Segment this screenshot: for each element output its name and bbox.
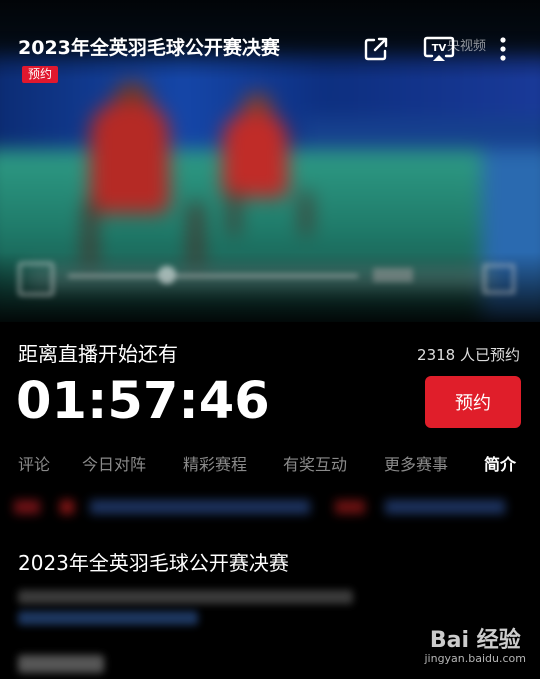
intro-title: 2023年全英羽毛球公开赛决赛: [18, 551, 289, 575]
watermark-logo: Bai 经验: [429, 628, 521, 653]
tab-bar: 评论 今日对阵 精彩赛程 有奖互动 更多赛事 简介: [18, 451, 526, 477]
player-controls[interactable]: [18, 262, 522, 296]
more-vertical-icon: [500, 37, 506, 61]
watermark: Bai 经验 jingyan.baidu.com: [424, 622, 526, 665]
play-icon[interactable]: [18, 262, 54, 296]
reservation-count: 2318 人已预约: [417, 346, 520, 364]
share-button[interactable]: [360, 33, 392, 65]
progress-track[interactable]: [68, 274, 358, 278]
countdown-label: 距离直播开始还有: [18, 342, 178, 366]
intro-text-blurred: [18, 590, 353, 604]
video-player[interactable]: 2023年全英羽毛球公开赛决赛 预约 TV 央视频: [0, 0, 540, 322]
tab-interaction[interactable]: 有奖互动: [283, 451, 347, 475]
tab-more-events[interactable]: 更多赛事: [384, 451, 448, 475]
section-heading-blurred: [18, 655, 104, 673]
watermark-url: jingyan.baidu.com: [424, 652, 526, 665]
blurred-match-strip: [0, 492, 540, 524]
channel-brand: 央视频: [447, 39, 487, 54]
reservation-badge: 预约: [22, 66, 59, 83]
share-icon: [364, 37, 388, 61]
fullscreen-icon[interactable]: [483, 264, 515, 294]
video-title: 2023年全英羽毛球公开赛决赛: [18, 37, 280, 59]
reserve-button[interactable]: 预约: [425, 376, 521, 428]
intro-link-blurred: [18, 611, 198, 625]
svg-text:TV: TV: [432, 43, 447, 54]
time-display: [373, 268, 413, 282]
tab-today-matchups[interactable]: 今日对阵: [82, 451, 146, 475]
more-button[interactable]: [493, 34, 513, 64]
tab-schedule[interactable]: 精彩赛程: [183, 451, 247, 475]
progress-handle[interactable]: [158, 266, 176, 284]
tab-comments[interactable]: 评论: [18, 451, 50, 475]
countdown-timer: 01:57:46: [16, 372, 270, 431]
tab-intro[interactable]: 简介: [484, 451, 516, 475]
